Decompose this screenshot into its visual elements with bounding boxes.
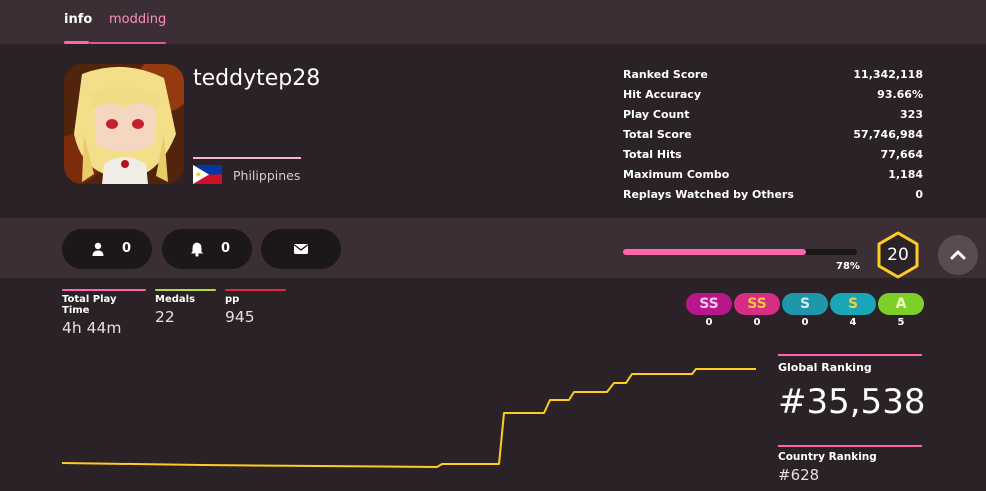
grade-ss-silver: SS 0 [686, 293, 732, 328]
send-message-button[interactable] [261, 229, 341, 269]
stat-total-score: Total Score 57,746,984 [623, 128, 923, 148]
stat-play-count: Play Count 323 [623, 108, 923, 128]
medals-value: 22 [155, 308, 175, 326]
mapping-subscribers-count: 0 [221, 241, 231, 256]
grade-s-silver: S 0 [782, 293, 828, 328]
grade-a-icon: A [878, 293, 924, 315]
total-play-time-value: 4h 44m [62, 319, 122, 337]
stat-label: Total Hits [623, 148, 682, 161]
pp-value: 945 [225, 308, 255, 326]
rank-history-graph[interactable] [62, 355, 762, 475]
stat-replays-watched: Replays Watched by Others 0 [623, 188, 923, 208]
grade-ss-count: 0 [753, 317, 761, 328]
chevron-up-icon [950, 250, 966, 260]
user-icon [90, 241, 106, 257]
total-play-time: Total Play Time 4h 44m [62, 289, 146, 337]
grade-ss: SS 0 [734, 293, 780, 328]
stat-total-hits: Total Hits 77,664 [623, 148, 923, 168]
global-ranking-value: #35,538 [778, 382, 926, 422]
grade-s-icon: S [830, 293, 876, 315]
stat-value: 11,342,118 [853, 68, 923, 81]
grade-s-silver-count: 0 [801, 317, 809, 328]
global-ranking-label: Global Ranking [778, 361, 872, 374]
stat-value: 93.66% [877, 88, 923, 101]
medals: Medals 22 [155, 289, 216, 326]
grade-a: A 5 [878, 293, 924, 328]
performance-points: pp 945 [225, 289, 286, 326]
rank-history-line [62, 368, 756, 468]
stat-value: 323 [900, 108, 923, 121]
level-progress-bar [623, 249, 857, 255]
stat-label: Hit Accuracy [623, 88, 701, 101]
grade-ss-silver-icon: SS [686, 293, 732, 315]
total-play-time-label: Total Play Time [62, 294, 117, 316]
medals-line [155, 289, 216, 291]
grade-s: S 4 [830, 293, 876, 328]
country-ranking-line [778, 445, 922, 447]
grade-ss-icon: SS [734, 293, 780, 315]
stat-value: 57,746,984 [853, 128, 923, 141]
bell-icon [189, 241, 205, 257]
collapse-header-button[interactable] [938, 235, 978, 275]
total-play-time-line [62, 289, 146, 291]
pp-line [225, 289, 286, 291]
stat-value: 77,664 [880, 148, 923, 161]
stat-value: 0 [915, 188, 923, 201]
grade-ss-silver-count: 0 [705, 317, 713, 328]
stat-maximum-combo: Maximum Combo 1,184 [623, 168, 923, 188]
stat-hit-accuracy: Hit Accuracy 93.66% [623, 88, 923, 108]
pp-label: pp [225, 294, 240, 305]
tab-info[interactable]: info [64, 12, 92, 27]
username-divider [193, 157, 301, 159]
grade-s-count: 4 [849, 317, 857, 328]
stat-label: Maximum Combo [623, 168, 730, 181]
stat-value: 1,184 [888, 168, 923, 181]
mapping-subscribers-button[interactable]: 0 [162, 229, 252, 269]
mail-icon [293, 241, 309, 257]
stats-list: Ranked Score 11,342,118 Hit Accuracy 93.… [623, 68, 923, 208]
philippines-flag-icon[interactable] [193, 165, 222, 184]
username: teddytep28 [193, 66, 321, 91]
avatar[interactable] [64, 64, 184, 184]
medals-label: Medals [155, 294, 196, 305]
grade-s-silver-icon: S [782, 293, 828, 315]
followers-count: 0 [122, 241, 132, 256]
stat-label: Ranked Score [623, 68, 708, 81]
level-progress-fill [623, 249, 806, 255]
stat-label: Play Count [623, 108, 690, 121]
level-progress-label: 78% [836, 261, 860, 272]
stat-ranked-score: Ranked Score 11,342,118 [623, 68, 923, 88]
country-ranking-label: Country Ranking [778, 451, 877, 463]
global-ranking-line [778, 354, 922, 356]
stat-label: Total Score [623, 128, 692, 141]
level-number: 20 [887, 245, 909, 265]
followers-button[interactable]: 0 [62, 229, 152, 269]
grade-a-count: 5 [897, 317, 905, 328]
country-ranking-value: #628 [778, 466, 820, 484]
country-name[interactable]: Philippines [233, 168, 300, 183]
stat-label: Replays Watched by Others [623, 188, 794, 201]
tab-modding[interactable]: modding [109, 12, 166, 27]
